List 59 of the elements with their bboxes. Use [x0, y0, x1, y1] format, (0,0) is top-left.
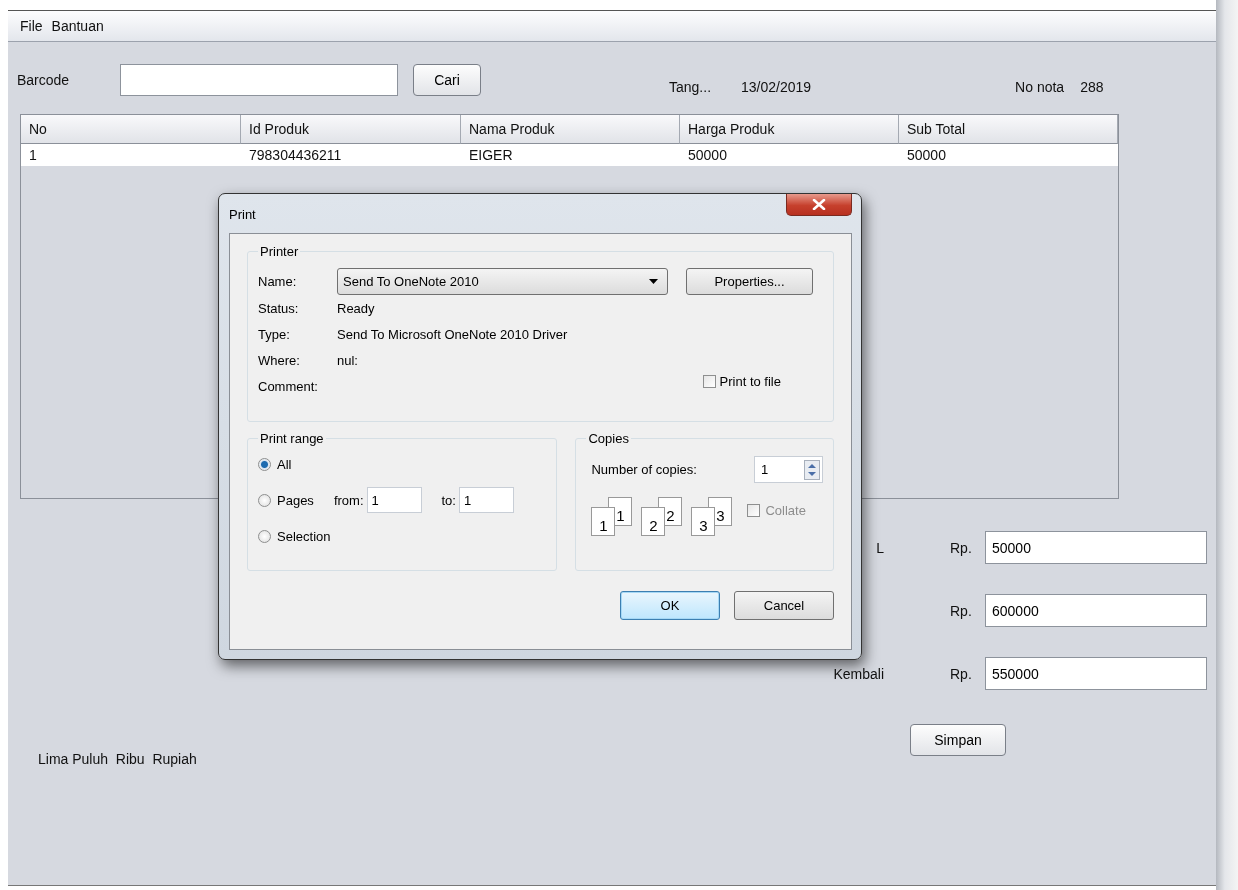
dialog-title: Print — [229, 207, 256, 222]
range-radio[interactable]: Selection — [258, 528, 331, 544]
summary-label: L — [876, 539, 884, 556]
range-radio[interactable]: All — [258, 456, 292, 472]
field-label: Name: — [258, 274, 298, 289]
field-label: Type: — [258, 326, 291, 342]
caret-icon — [649, 279, 658, 284]
currency-label: Rp. — [950, 539, 973, 556]
summary-label: Kembali — [833, 665, 884, 682]
copies-label: Number of copies: — [591, 462, 697, 477]
field-label: Comment: — [258, 378, 319, 394]
currency-label: Rp. — [950, 665, 973, 682]
table-cell: 798304436211 — [241, 144, 461, 166]
column-header[interactable]: Sub Total — [899, 115, 1118, 144]
column-header[interactable]: No — [21, 115, 241, 144]
column-header[interactable]: Id Produk — [241, 115, 461, 144]
from-field[interactable]: 1 — [366, 487, 422, 513]
date-value: 13/02/2019 — [741, 79, 812, 95]
table-cell: 50000 — [680, 144, 899, 166]
to-label: to: — [441, 492, 456, 508]
amount-field[interactable]: 50000 — [985, 531, 1207, 564]
table-cell: 1 — [21, 144, 241, 166]
dialog-button[interactable]: OK — [620, 591, 720, 620]
printer-dropdown[interactable]: Send To OneNote 2010 — [337, 268, 668, 295]
from-label: from: — [333, 492, 364, 508]
dialog-button[interactable]: Cancel — [734, 591, 834, 620]
field-label: Status: — [258, 300, 300, 316]
range-radio[interactable]: Pages — [258, 492, 314, 508]
group-title: Copies — [587, 431, 630, 446]
close-icon — [812, 199, 826, 210]
properties-button[interactable]: Properties... — [686, 268, 813, 295]
spinner-arrows-icon — [804, 459, 820, 480]
table-cell: 50000 — [899, 144, 1118, 166]
invoice-number-value: 288 — [1080, 79, 1104, 95]
field-value: Send To Microsoft OneNote 2010 Driver — [337, 326, 568, 342]
search-button[interactable]: Cari — [413, 64, 481, 96]
menu-item[interactable]: File — [20, 18, 43, 34]
amount-field[interactable]: 550000 — [985, 657, 1207, 690]
to-field[interactable]: 1 — [458, 487, 514, 513]
field-value: nul: — [337, 352, 358, 368]
amount-in-words: Lima Puluh Ribu Rupiah — [38, 751, 197, 767]
field-value: Ready — [337, 300, 375, 316]
amount-field[interactable]: 600000 — [985, 594, 1207, 627]
date-label: Tang... — [669, 79, 712, 95]
copies-spinner[interactable]: 1 — [754, 456, 823, 483]
barcode-label: Barcode — [17, 72, 71, 88]
menu-item[interactable]: Bantuan — [51, 18, 104, 34]
table-cell: EIGER — [461, 144, 680, 166]
invoice-number-label: No nota — [1015, 79, 1065, 95]
column-header[interactable]: Nama Produk — [461, 115, 680, 144]
close-button[interactable] — [786, 194, 852, 216]
group-title: Print range — [259, 431, 325, 446]
barcode-field[interactable] — [120, 64, 398, 96]
save-button[interactable]: Simpan — [910, 724, 1006, 756]
field-label: Where: — [258, 352, 301, 368]
currency-label: Rp. — [950, 602, 973, 619]
print-to-file-checkbox[interactable]: Print to file — [702, 374, 781, 389]
group-title: Printer — [259, 244, 300, 259]
column-header[interactable]: Harga Produk — [680, 115, 899, 144]
